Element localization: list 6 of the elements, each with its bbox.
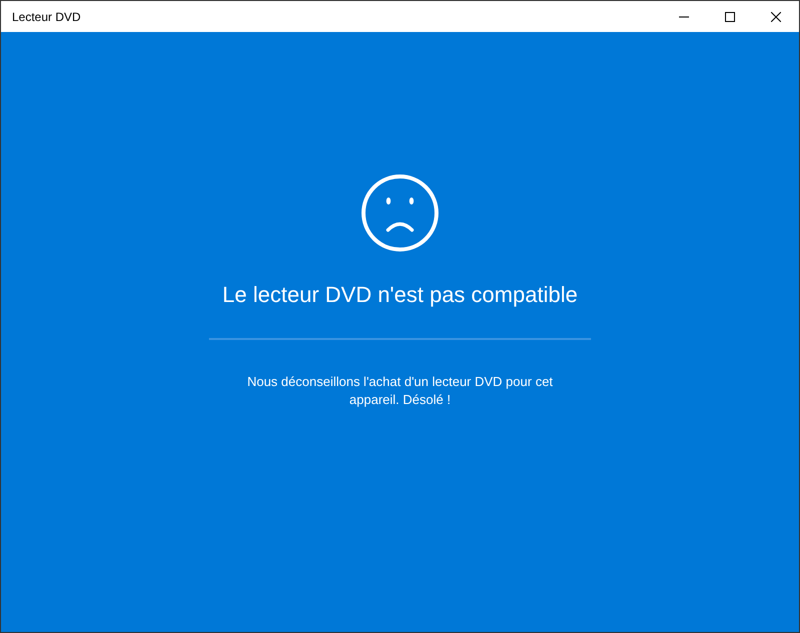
maximize-icon — [725, 12, 735, 22]
error-heading: Le lecteur DVD n'est pas compatible — [222, 282, 578, 308]
sad-face-icon — [361, 174, 439, 252]
error-message: Nous déconseillons l'achat d'un lecteur DVD pour cet appareil. Désolé ! — [246, 373, 554, 409]
close-icon — [771, 12, 781, 22]
window-title: Lecteur DVD — [11, 10, 81, 24]
